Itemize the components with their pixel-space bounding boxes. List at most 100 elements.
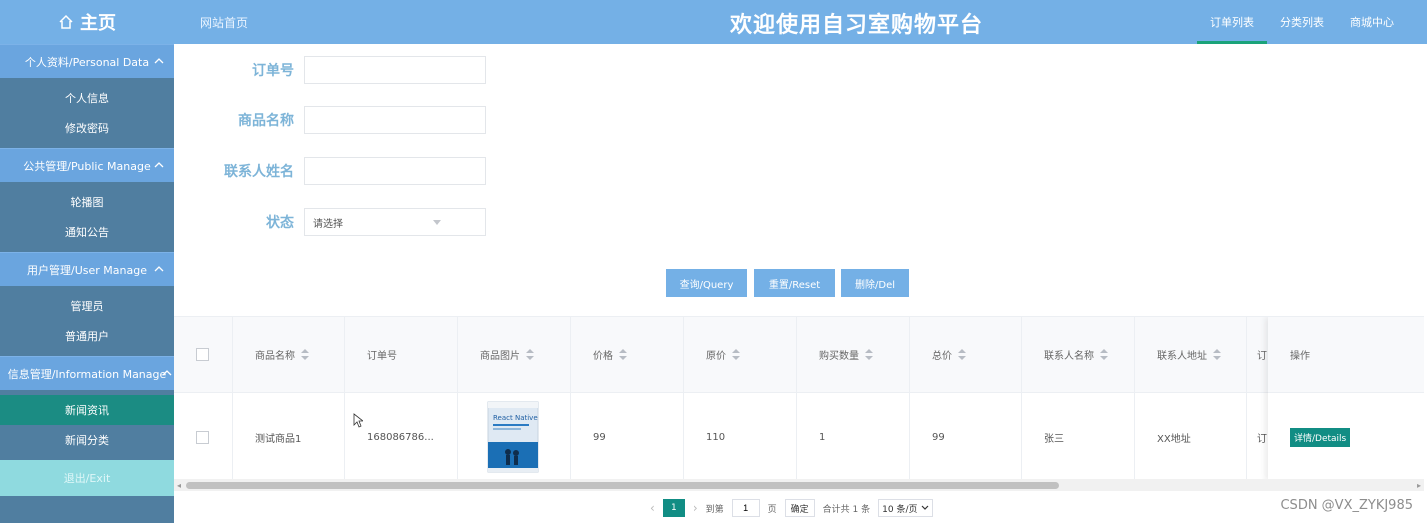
col-label: 订单号 <box>367 351 397 362</box>
status-label: 状态 <box>266 215 294 231</box>
col-label: 联系人地址 <box>1157 351 1207 362</box>
col-label: 购买数量 <box>819 351 859 362</box>
col-total[interactable]: 总价 <box>910 317 1022 392</box>
product-image-title: React Native <box>493 414 538 422</box>
col-order-no: 订单号 <box>345 317 458 392</box>
nav-mall-center[interactable]: 商城中心 <box>1337 0 1407 44</box>
sidebar-item-carousel[interactable]: 轮播图 <box>0 187 174 217</box>
cell-price: 99 <box>571 393 684 481</box>
col-product-name[interactable]: 商品名称 <box>233 317 345 392</box>
cell-order-no: 168086786... <box>345 393 458 481</box>
col-label: 总价 <box>932 351 952 362</box>
sidebar-group-user[interactable]: 用户管理/User Manage <box>0 252 174 286</box>
fixed-action-column: 操作 详情/Details <box>1268 317 1424 481</box>
status-select-value: 请选择 <box>313 218 343 230</box>
sidebar-group-title: 用户管理/User Manage <box>27 263 147 277</box>
status-select[interactable]: 请选择 <box>304 208 486 236</box>
sidebar-group-title: 个人资料/Personal Data <box>24 55 150 69</box>
col-contact-address[interactable]: 联系人地址 <box>1135 317 1247 392</box>
sidebar-item-news-category[interactable]: 新闻分类 <box>0 425 174 455</box>
col-label: 商品名称 <box>255 351 295 362</box>
col-original-price[interactable]: 原价 <box>684 317 797 392</box>
sidebar-item-profile[interactable]: 个人信息 <box>0 83 174 113</box>
scroll-right-icon[interactable]: ▸ <box>1417 481 1421 490</box>
details-button[interactable]: 详情/Details <box>1290 427 1351 447</box>
col-label: 联系人名称 <box>1044 351 1094 362</box>
sort-icon[interactable] <box>1100 349 1108 360</box>
cell-quantity: 1 <box>797 393 910 481</box>
page-size-select[interactable]: 10 条/页 <box>878 499 934 517</box>
col-label: 价格 <box>593 351 613 362</box>
prev-page-icon[interactable]: ‹ <box>650 501 655 515</box>
scrollbar-thumb[interactable] <box>186 482 1059 489</box>
col-label: 商品图片 <box>480 351 520 362</box>
cell-contact-name: 张三 <box>1022 393 1135 481</box>
col-contact-name[interactable]: 联系人名称 <box>1022 317 1135 392</box>
select-all-checkbox[interactable] <box>196 348 209 361</box>
cell-total: 99 <box>910 393 1022 481</box>
sidebar-group-public[interactable]: 公共管理/Public Manage <box>0 148 174 182</box>
sidebar-group-information[interactable]: 信息管理/Information Manage <box>0 356 174 390</box>
row-select-cell <box>174 393 233 481</box>
goto-page-input[interactable] <box>731 499 760 517</box>
col-price[interactable]: 价格 <box>571 317 684 392</box>
select-all-cell <box>174 317 233 392</box>
site-home-link[interactable]: 网站首页 <box>200 14 248 31</box>
page-number[interactable]: 1 <box>662 499 685 517</box>
sidebar-item-notice[interactable]: 通知公告 <box>0 217 174 247</box>
row-checkbox[interactable] <box>196 430 209 444</box>
col-product-image[interactable]: 商品图片 <box>458 317 571 392</box>
scroll-left-icon[interactable]: ◂ <box>177 481 181 490</box>
sidebar-group-personal[interactable]: 个人资料/Personal Data <box>0 44 174 78</box>
goto-label: 到第 <box>705 504 724 515</box>
form-row-status: 状态 请选择 <box>174 207 486 237</box>
brand-label: 主页 <box>80 13 116 34</box>
sort-icon[interactable] <box>301 349 309 360</box>
sidebar-item-change-password[interactable]: 修改密码 <box>0 113 174 143</box>
sort-icon[interactable] <box>619 349 627 360</box>
confirm-page-button[interactable]: 确定 <box>784 499 815 517</box>
horizontal-scrollbar[interactable]: ◂ ▸ <box>174 479 1424 491</box>
reset-button[interactable]: 重置/Reset <box>754 269 835 297</box>
sort-icon[interactable] <box>865 349 873 360</box>
contact-name-input[interactable] <box>304 157 486 185</box>
chevron-up-icon <box>154 266 164 272</box>
sort-icon[interactable] <box>1213 349 1221 360</box>
nav-category-list[interactable]: 分类列表 <box>1267 0 1337 44</box>
chevron-up-icon <box>154 162 164 168</box>
sidebar-group-title: 信息管理/Information Manage <box>7 367 167 381</box>
contact-name-label: 联系人姓名 <box>224 164 294 180</box>
sort-icon[interactable] <box>958 349 966 360</box>
order-no-input[interactable] <box>304 56 486 84</box>
cell-product-name: 测试商品1 <box>233 393 345 481</box>
product-image[interactable]: React Native <box>480 400 546 474</box>
chevron-up-icon <box>154 58 164 64</box>
sidebar-group-title: 公共管理/Public Manage <box>23 159 151 173</box>
col-quantity[interactable]: 购买数量 <box>797 317 910 392</box>
caret-down-icon <box>433 220 441 225</box>
pagination: ‹ 1 › 到第 页 确定 合计共 1 条 10 条/页 <box>650 498 934 518</box>
top-header: 主页 网站首页 欢迎使用自习室购物平台 订单列表 分类列表 商城中心 <box>0 0 1427 44</box>
table-row[interactable]: 测试商品1 168086786... React Native 99 110 1… <box>174 393 1424 481</box>
next-page-icon[interactable]: › <box>693 501 698 515</box>
watermark: CSDN @VX_ZYKJ985 <box>1280 498 1413 513</box>
form-row-order-no: 订单号 <box>174 55 486 85</box>
form-row-product-name: 商品名称 <box>174 105 486 135</box>
sidebar-item-news[interactable]: 新闻资讯 <box>0 395 174 425</box>
brand-home[interactable]: 主页 <box>0 0 174 44</box>
sidebar-item-admin[interactable]: 管理员 <box>0 291 174 321</box>
query-button[interactable]: 查询/Query <box>666 269 747 297</box>
exit-button[interactable]: 退出/Exit <box>0 460 174 496</box>
top-nav: 订单列表 分类列表 商城中心 <box>1197 0 1407 44</box>
delete-button[interactable]: 删除/Del <box>841 269 909 297</box>
sidebar-item-normal-user[interactable]: 普通用户 <box>0 321 174 351</box>
product-name-label: 商品名称 <box>238 113 294 129</box>
sort-icon[interactable] <box>526 349 534 360</box>
product-name-input[interactable] <box>304 106 486 134</box>
action-cell: 详情/Details <box>1268 393 1424 481</box>
col-label: 订 <box>1257 351 1267 362</box>
form-row-contact-name: 联系人姓名 <box>174 156 486 186</box>
order-no-label: 订单号 <box>252 63 294 79</box>
nav-order-list[interactable]: 订单列表 <box>1197 0 1267 44</box>
sort-icon[interactable] <box>732 349 740 360</box>
